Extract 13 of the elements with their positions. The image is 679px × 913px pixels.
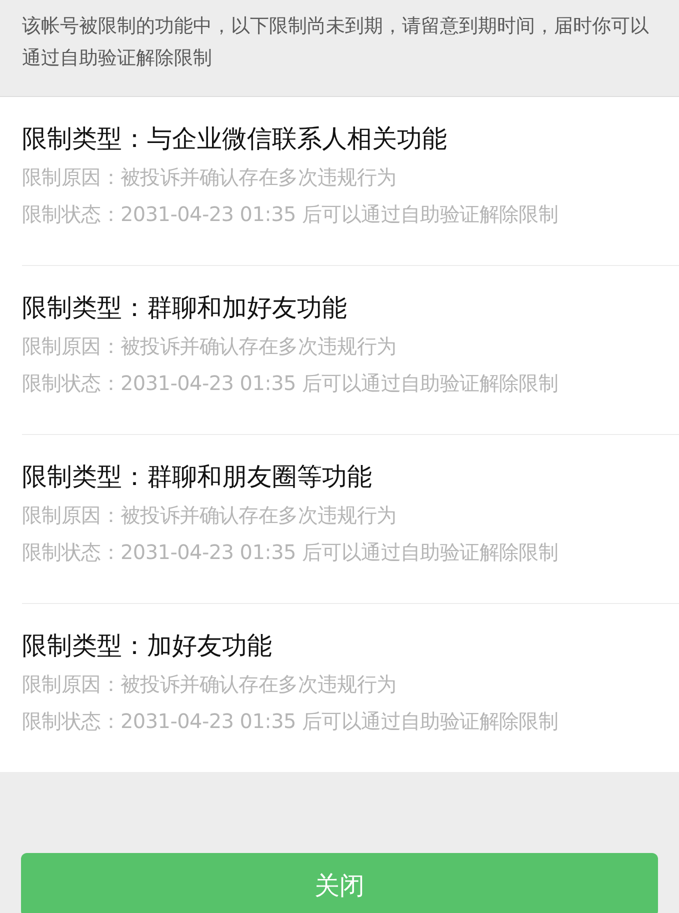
restriction-reason: 限制原因：被投诉并确认存在多次违规行为 xyxy=(22,333,398,360)
restriction-type: 限制类型：群聊和加好友功能 xyxy=(22,292,348,324)
restriction-status: 限制状态：2031-04-23 01:35 后可以通过自助验证解除限制 xyxy=(22,539,560,566)
restriction-type: 限制类型：与企业微信联系人相关功能 xyxy=(22,123,448,155)
restriction-type: 限制类型：群聊和朋友圈等功能 xyxy=(22,461,373,493)
restriction-reason: 限制原因：被投诉并确认存在多次违规行为 xyxy=(22,671,398,698)
restriction-status: 限制状态：2031-04-23 01:35 后可以通过自助验证解除限制 xyxy=(22,370,560,397)
restriction-status: 限制状态：2031-04-23 01:35 后可以通过自助验证解除限制 xyxy=(22,708,560,735)
close-button[interactable]: 关闭 xyxy=(21,853,658,913)
restriction-reason: 限制原因：被投诉并确认存在多次违规行为 xyxy=(22,502,398,529)
restriction-status: 限制状态：2031-04-23 01:35 后可以通过自助验证解除限制 xyxy=(22,201,560,228)
restriction-reason: 限制原因：被投诉并确认存在多次违规行为 xyxy=(22,164,398,191)
restriction-type: 限制类型：加好友功能 xyxy=(22,630,273,662)
